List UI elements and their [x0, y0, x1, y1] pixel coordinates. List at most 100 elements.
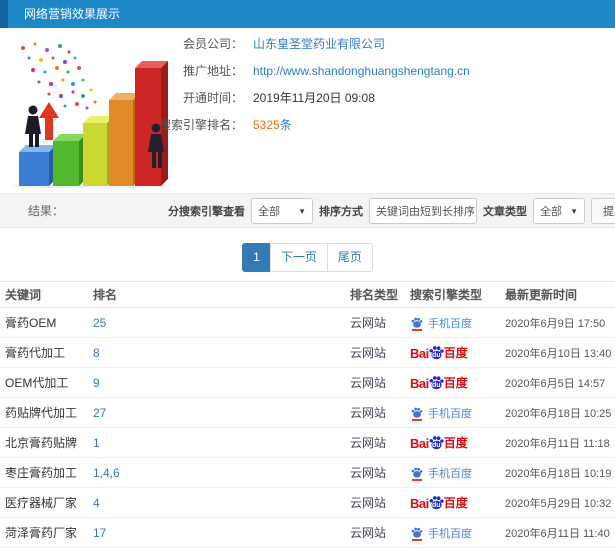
rank-link[interactable]: 25 — [88, 316, 345, 330]
header-keyword: 关键词 — [5, 288, 42, 302]
updated-cell: 2020年6月9日 17:50 — [505, 317, 606, 330]
updated-cell: 2020年6月18日 10:25 — [505, 407, 612, 420]
updated-cell: 2020年6月10日 13:40 — [505, 347, 612, 360]
mobile-baidu-label: 手机百度 — [428, 467, 472, 480]
rank-link[interactable]: 9 — [88, 376, 345, 390]
table-row: OEM代加工 9 云网站 Bai du 百度 2020年6月5日 14:57 — [0, 368, 615, 398]
baidu-logo-icon: Bai du 百度 — [410, 374, 468, 391]
engine-select[interactable]: 全部 ▼ — [251, 198, 313, 224]
baidu-paw-icon — [411, 407, 423, 418]
baidu-paw-icon — [411, 467, 423, 478]
info-row-rank-count: 搜索引擎排名： 5325条 — [120, 111, 470, 138]
baidu-du-text: du — [431, 502, 441, 509]
rank-count-label: 搜索引擎排名： — [158, 118, 243, 132]
company-label: 会员公司： — [182, 37, 243, 51]
info-row-open-time: 开通时间： 2019年11月20日 09:08 — [120, 84, 470, 111]
keyword-cell: 膏药代加工 — [5, 346, 66, 360]
baidu-du-text: du — [431, 352, 441, 359]
filter-bar: 结果： 分搜索引擎查看 全部 ▼ 排序方式 关键词由短到长排序 ▼ 文章类型 全… — [0, 193, 615, 228]
keyword-cell: 北京膏药贴牌 — [5, 436, 78, 450]
header-rank: 排名 — [93, 288, 118, 302]
mobile-baidu-underline — [412, 328, 422, 331]
table-row: 医疗器械厂家 4 云网站 Bai du 百度 2020年5月29日 10:32 — [0, 488, 615, 518]
engine-cell: 手机百度 — [405, 465, 500, 481]
baidu-logo-icon: Bai du 百度 — [410, 494, 468, 511]
mobile-baidu-logo-icon: 手机百度 — [410, 525, 472, 541]
rank-type-cell: 云网站 — [350, 466, 387, 480]
rank-link[interactable]: 8 — [88, 346, 345, 360]
mobile-baidu-paw-icon — [410, 315, 424, 331]
updated-cell: 2020年6月11日 11:18 — [505, 437, 610, 450]
rank-link[interactable]: 17 — [88, 526, 345, 540]
chevron-down-icon: ▼ — [298, 206, 306, 216]
page-button-current[interactable]: 1 — [242, 243, 271, 272]
last-page-button[interactable]: 尾页 — [326, 243, 373, 272]
keyword-cell: OEM代加工 — [5, 376, 69, 390]
sort-select-value: 关键词由短到长排序 — [376, 206, 475, 218]
engine-cell: 手机百度 — [405, 405, 500, 421]
info-row-company: 会员公司： 山东皇圣堂药业有限公司 — [120, 30, 470, 57]
engine-cell: 手机百度 — [405, 525, 500, 541]
mobile-baidu-logo-icon: 手机百度 — [410, 315, 472, 331]
mobile-baidu-underline — [412, 478, 422, 481]
keyword-cell: 药贴牌代加工 — [5, 406, 78, 420]
baidu-du-text: du — [431, 382, 441, 389]
baidu-bai-text: Bai — [410, 346, 429, 361]
keyword-cell: 枣庄膏药加工 — [5, 466, 78, 480]
baidu-du-paw-icon: du — [428, 434, 445, 451]
keyword-cell: 菏泽膏药厂家 — [5, 526, 78, 540]
engine-cell: 手机百度 — [405, 315, 500, 331]
table-row: 北京膏药贴牌 1 云网站 Bai du 百度 2020年6月11日 11:18 — [0, 428, 615, 458]
company-info: 会员公司： 山东皇圣堂药业有限公司 推广地址： http://www.shand… — [120, 30, 470, 138]
rank-link[interactable]: 1,4,6 — [88, 466, 345, 480]
baidu-paw-icon — [411, 317, 423, 328]
baidu-du-paw-icon: du — [428, 374, 445, 391]
pagination: 1 下一页 尾页 — [0, 243, 615, 272]
chevron-down-icon: ▼ — [570, 206, 578, 216]
table-row: 药贴牌代加工 27 云网站 手机百度 2020年6月18日 10:25 — [0, 398, 615, 428]
info-row-url: 推广地址： http://www.shandonghuangshengtang.… — [120, 57, 470, 84]
result-label: 结果： — [28, 204, 65, 218]
next-page-button[interactable]: 下一页 — [269, 243, 328, 272]
baidu-name-text: 百度 — [443, 436, 468, 450]
rank-link[interactable]: 1 — [88, 436, 345, 450]
mobile-baidu-underline — [412, 538, 422, 541]
baidu-name-text: 百度 — [443, 376, 468, 390]
article-type-select-value: 全部 — [540, 206, 562, 218]
url-label: 推广地址： — [182, 64, 243, 78]
engine-filter-label: 分搜索引擎查看 — [168, 206, 245, 218]
engine-cell: Bai du 百度 — [405, 434, 500, 451]
rank-count-number: 5325 — [253, 118, 280, 132]
baidu-bai-text: Bai — [410, 436, 429, 451]
rank-type-cell: 云网站 — [350, 436, 387, 450]
filter-controls: 分搜索引擎查看 全部 ▼ 排序方式 关键词由短到长排序 ▼ 文章类型 全部 ▼ … — [168, 198, 615, 224]
header-engine-type: 搜索引擎类型 — [410, 288, 483, 302]
table-row: 膏药OEM 25 云网站 手机百度 2020年6月9日 17:50 — [0, 308, 615, 338]
keyword-rank-table: 关键词 排名 排名类型 搜索引擎类型 最新更新时间 膏药OEM 25 云网站 手机百度… — [0, 281, 615, 548]
mobile-baidu-logo-icon: 手机百度 — [410, 465, 472, 481]
mobile-baidu-paw-icon — [410, 465, 424, 481]
mobile-baidu-label: 手机百度 — [428, 317, 472, 330]
rank-link[interactable]: 27 — [88, 406, 345, 420]
baidu-logo-icon: Bai du 百度 — [410, 344, 468, 361]
table-row: 膏药代加工 8 云网站 Bai du 百度 2020年6月10日 13:40 — [0, 338, 615, 368]
open-time-label: 开通时间： — [182, 91, 243, 105]
mobile-baidu-logo-icon: 手机百度 — [410, 405, 472, 421]
baidu-logo-icon: Bai du 百度 — [410, 434, 468, 451]
rank-link[interactable]: 4 — [88, 496, 345, 510]
baidu-name-text: 百度 — [443, 346, 468, 360]
promotion-url-link[interactable]: http://www.shandonghuangshengtang.cn — [253, 64, 470, 78]
table-row: 菏泽膏药厂家 17 云网站 手机百度 2020年6月11日 11:40 — [0, 518, 615, 548]
updated-cell: 2020年6月18日 10:19 — [505, 467, 612, 480]
sort-select[interactable]: 关键词由短到长排序 ▼ — [369, 198, 477, 224]
rank-count-suffix: 条 — [279, 118, 292, 132]
up-arrow-icon — [39, 102, 59, 140]
baidu-paw-icon — [411, 527, 423, 538]
article-type-select[interactable]: 全部 ▼ — [533, 198, 585, 224]
engine-cell: Bai du 百度 — [405, 344, 500, 361]
mobile-baidu-label: 手机百度 — [428, 527, 472, 540]
submit-button[interactable]: 提交 — [591, 198, 615, 224]
company-link[interactable]: 山东皇圣堂药业有限公司 — [253, 35, 385, 52]
rank-type-cell: 云网站 — [350, 346, 387, 360]
mobile-baidu-underline — [412, 418, 422, 421]
